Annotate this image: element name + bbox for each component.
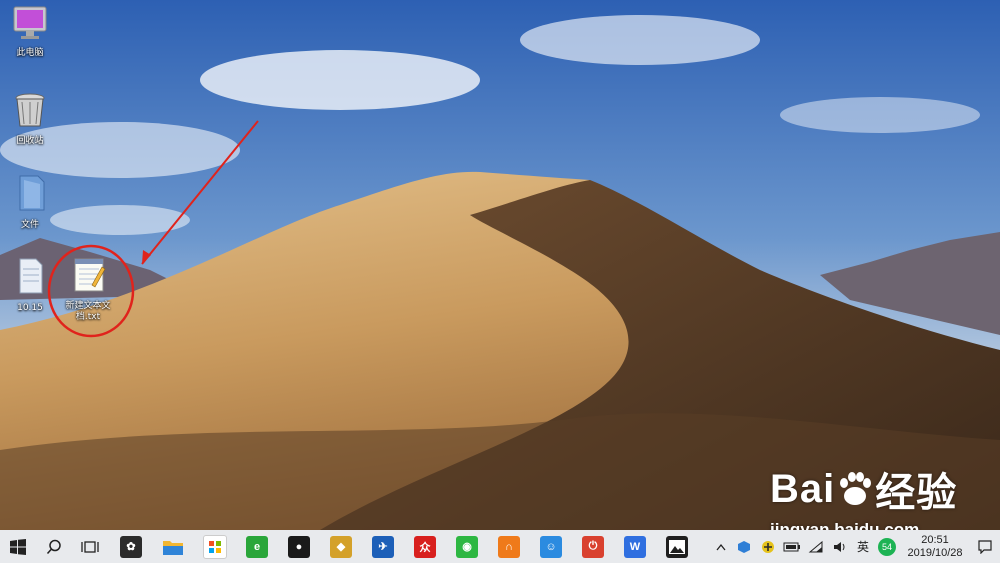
wps-icon: W (624, 535, 646, 558)
red-app-icon: 众 (414, 535, 436, 558)
notification-icon (978, 539, 992, 554)
taskbar-app-6[interactable]: ◆ (320, 530, 362, 563)
taskbar-app-8[interactable]: 众 (404, 530, 446, 563)
volume-icon (834, 541, 845, 552)
file-icon (19, 258, 43, 294)
desktop-icon-label: 回收站 (16, 136, 44, 146)
taskbar: ✿ e ● ◆ ✈ 众 ◉ ∩ ☺ ⏻ W 英 54 20:51 2019/10/28 (0, 530, 1000, 563)
taskbar-app-11[interactable]: ☺ (530, 530, 572, 563)
desktop-icon-this-pc[interactable]: 此电脑 (0, 4, 60, 59)
desktop-icon-label: 10.15 (17, 303, 43, 313)
wallpaper-image (0, 0, 1000, 530)
show-hidden-icons-button[interactable] (710, 530, 732, 563)
taskbar-app-3[interactable] (194, 530, 236, 563)
battery-button[interactable] (780, 530, 804, 563)
green-browser-icon: e (246, 535, 268, 558)
watermark-brand-cn: 经验 (875, 471, 958, 515)
taskbar-app-13[interactable]: W (614, 530, 656, 563)
photos-icon (666, 535, 688, 558)
desktop-icon-recycle-bin[interactable]: 回收站 (0, 90, 60, 147)
watermark-url: jingyan.baidu.com (770, 520, 920, 530)
taskbar-app-9[interactable]: ◉ (446, 530, 488, 563)
desktop: 此电脑 回收站 文件 10.15 新建文本文档.txt Bai 经验 jingy… (0, 0, 1000, 530)
taskbar-pinned-apps: ✿ e ● ◆ ✈ 众 ◉ ∩ ☺ ⏻ W (110, 530, 698, 563)
volume-button[interactable] (828, 530, 852, 563)
start-button[interactable] (0, 530, 36, 563)
tools-app-icon: ✈ (372, 535, 394, 558)
computer-icon (13, 6, 47, 39)
clock-date: 2019/10/28 (907, 546, 963, 559)
desktop-icon-new-text-document[interactable]: 新建文本文档.txt (58, 255, 118, 323)
system-tray: 英 54 20:51 2019/10/28 (710, 530, 1000, 563)
microsoft-store-icon (203, 534, 227, 559)
tray-badge: 54 (878, 537, 896, 556)
pinwheel-app-icon: ✿ (120, 535, 142, 558)
desktop-icon-label: 文件 (20, 220, 39, 230)
tray-app-1[interactable] (732, 530, 756, 563)
desktop-icon-label: 新建文本文档.txt (65, 301, 111, 322)
paw-icon (840, 472, 872, 505)
search-button[interactable] (36, 530, 72, 563)
windows-logo-icon (10, 538, 26, 555)
file-explorer-icon (162, 536, 184, 558)
desktop-icon-file-1015[interactable]: 10.15 (0, 255, 60, 314)
blue-mascot-icon: ☺ (540, 535, 562, 558)
gold-badge-icon: ◆ (330, 535, 352, 558)
plus-badge-icon (762, 540, 774, 553)
tray-app-2[interactable] (756, 530, 780, 563)
taskbar-app-12[interactable]: ⏻ (572, 530, 614, 563)
chevron-up-icon (716, 543, 726, 550)
task-view-icon (81, 540, 99, 553)
input-language-button[interactable]: 英 (852, 530, 874, 563)
taskbar-app-10[interactable]: ∩ (488, 530, 530, 563)
cube-icon (738, 540, 750, 553)
taskbar-app-5[interactable]: ● (278, 530, 320, 563)
task-view-button[interactable] (72, 530, 108, 563)
battery-icon (783, 542, 800, 551)
search-icon (46, 539, 61, 554)
wifi-icon (808, 540, 823, 552)
network-button[interactable] (804, 530, 828, 563)
baidu-jingyan-watermark: Bai 经验 jingyan.baidu.com (770, 460, 958, 531)
desktop-icon-folder[interactable]: 文件 (0, 172, 60, 231)
text-document-icon (74, 258, 106, 292)
folder-icon (19, 175, 45, 211)
taskbar-app-1[interactable]: ✿ (110, 530, 152, 563)
desktop-icon-label: 此电脑 (16, 48, 44, 58)
taskbar-app-2[interactable] (152, 530, 194, 563)
clock-button[interactable]: 20:51 2019/10/28 (900, 530, 970, 563)
taskbar-app-4[interactable]: e (236, 530, 278, 563)
notification-center-button[interactable] (970, 530, 1000, 563)
clock-time: 20:51 (921, 533, 949, 546)
taskbar-app-7[interactable]: ✈ (362, 530, 404, 563)
taskbar-app-14[interactable] (656, 530, 698, 563)
orange-ring-icon: ∩ (498, 535, 520, 558)
wechat-icon: ◉ (456, 535, 478, 558)
tray-badge-button[interactable]: 54 (874, 530, 900, 563)
power-app-icon: ⏻ (582, 535, 604, 558)
qq-penguin-icon: ● (288, 535, 310, 558)
recycle-bin-icon (15, 93, 45, 127)
watermark-brand: Bai (770, 466, 836, 511)
